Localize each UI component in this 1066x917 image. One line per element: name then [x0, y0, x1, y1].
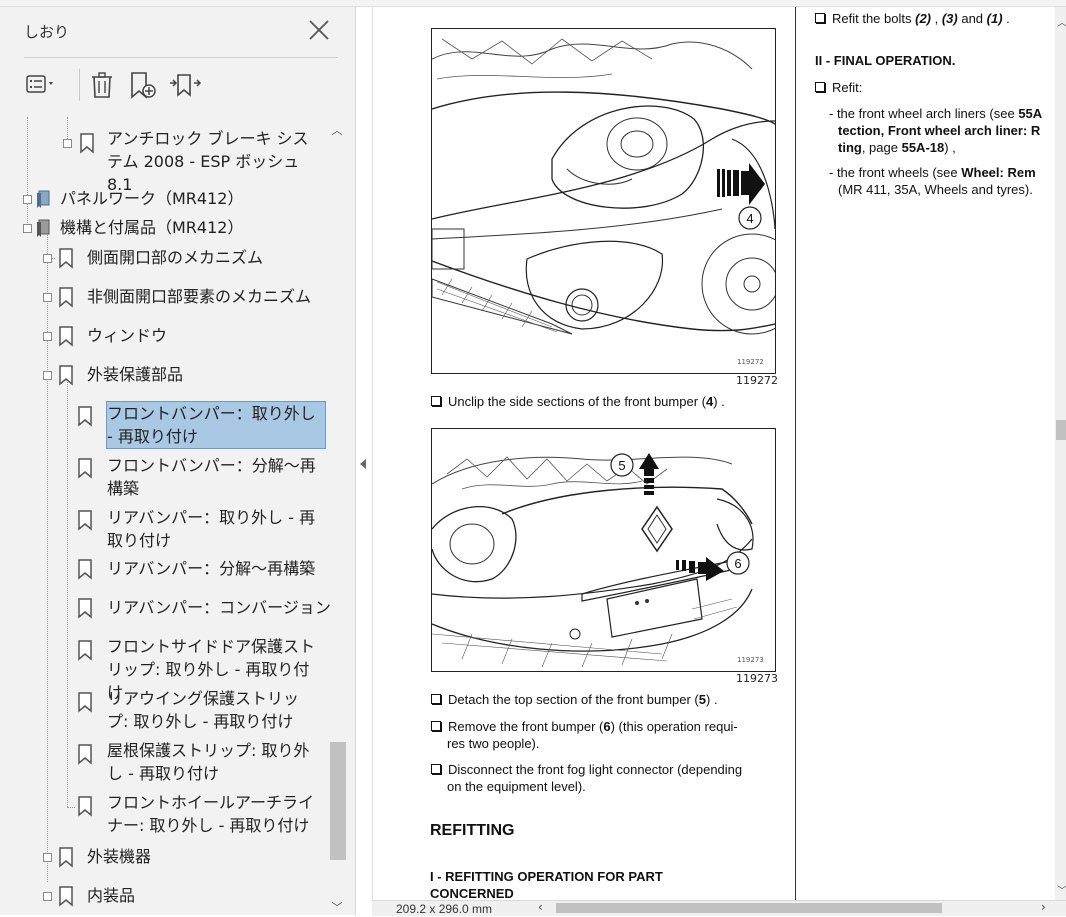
- page-bookmark-icon: [37, 190, 50, 208]
- horizontal-scrollbar-thumb[interactable]: [556, 903, 942, 913]
- bookmark-icon: [78, 559, 92, 580]
- bookmark-item[interactable]: リアウイング保護ストリップ: 取り外し - 再取り付け: [107, 687, 317, 733]
- trash-icon[interactable]: [86, 69, 120, 101]
- figure-number: 119272: [736, 374, 778, 387]
- scroll-up-arrow-icon[interactable]: ︿: [1057, 14, 1066, 29]
- close-icon[interactable]: [306, 17, 332, 43]
- bookmark-item[interactable]: 屋根保護ストリップ: 取り外し - 再取り付け: [107, 739, 317, 785]
- bookmark-item[interactable]: フロントホイールアーチライナー: 取り外し - 再取り付け: [107, 791, 317, 837]
- tree-expander[interactable]: [43, 371, 52, 380]
- tree-expander[interactable]: [43, 892, 52, 901]
- bookmark-icon: [59, 847, 73, 868]
- bookmark-icon: [78, 640, 92, 661]
- tree-expander[interactable]: [43, 254, 52, 263]
- bookmark-item[interactable]: リアバンパー：コンバージョン: [107, 596, 330, 619]
- bookmark-icon: [78, 744, 92, 765]
- bookmark-icon: [59, 287, 73, 308]
- step-disconnect-fog: Disconnect the front fog light connector…: [431, 761, 776, 795]
- step-remove-bumper: Remove the front bumper (6) (this operat…: [431, 718, 776, 752]
- bookmark-icon: [78, 598, 92, 619]
- subheading-refitting-op: I - REFITTING OPERATION FOR PART CONCERNE…: [430, 869, 663, 901]
- document-scrollbar-thumb[interactable]: [1056, 420, 1066, 440]
- scroll-left-arrow-icon[interactable]: ‹: [538, 900, 543, 914]
- heading-refitting: REFITTING: [430, 822, 515, 839]
- checkbox-bullet-icon: [431, 694, 441, 704]
- page-bookmark-icon: [37, 219, 50, 237]
- document-vertical-scrollbar[interactable]: [1055, 7, 1066, 900]
- figure-number: 119273: [736, 672, 778, 685]
- heading-final-operation: II - FINAL OPERATION.: [815, 53, 956, 68]
- scroll-down-arrow-icon[interactable]: ﹀: [1057, 882, 1066, 897]
- bumper-front-illustration: 5 6: [432, 453, 754, 668]
- bookmarks-panel: しおり アンチロック ブレーキ システム 2008 - ESP ボッシュ 8.1…: [0, 7, 356, 915]
- checkbox-bullet-icon: [815, 82, 825, 92]
- callout-label: 5: [618, 458, 625, 473]
- bookmark-item[interactable]: 側面開口部のメカニズム: [87, 246, 263, 269]
- bookmark-item[interactable]: フロントバンパー：分解～再構築: [107, 454, 322, 500]
- bookmark-item[interactable]: 非側面開口部要素のメカニズム: [87, 285, 311, 308]
- bumper-side-illustration: 4: [432, 38, 775, 335]
- sidebar-scrollbar-thumb[interactable]: [330, 742, 346, 860]
- window-top-strip: [0, 0, 1066, 7]
- bookmark-item-selected[interactable]: フロントバンパー：取り外し - 再取り付け: [106, 401, 326, 449]
- step-detach-top: Detach the top section of the front bump…: [431, 691, 776, 708]
- bookmark-icon: [59, 886, 73, 907]
- bookmark-item[interactable]: 外装保護部品: [87, 363, 183, 386]
- figure-bumper-front: 5 6 119273: [431, 428, 776, 672]
- panel-divider: [24, 57, 338, 58]
- bookmark-icon: [78, 796, 92, 817]
- refit-wheel-arch-liners: - the front wheel arch liners (see 55A t…: [829, 106, 1043, 155]
- bookmark-icon: [80, 133, 94, 154]
- step-refit: Refit:: [815, 79, 862, 96]
- bookmark-icon: [78, 510, 92, 531]
- tree-expander[interactable]: [63, 139, 72, 148]
- step-refit-bolts: Refit the bolts (2) , (3) and (1) .: [815, 10, 1010, 27]
- bookmark-item[interactable]: 内装品: [87, 884, 135, 907]
- bookmark-icon: [59, 365, 73, 386]
- bookmark-icon: [59, 326, 73, 347]
- scroll-right-arrow-icon[interactable]: ›: [1041, 900, 1046, 914]
- tree-expander[interactable]: [43, 332, 52, 341]
- step-unclip-side: Unclip the side sections of the front bu…: [431, 393, 776, 410]
- bookmark-item[interactable]: 外装機器: [87, 845, 151, 868]
- bookmark-icon: [78, 406, 92, 427]
- column-divider: [795, 7, 796, 900]
- tree-expander[interactable]: [23, 195, 32, 204]
- checkbox-bullet-icon: [431, 721, 441, 731]
- panel-title: しおり: [24, 23, 70, 41]
- bookmark-item[interactable]: ウィンドウ: [87, 324, 167, 347]
- tree-expander[interactable]: [43, 293, 52, 302]
- bookmark-icon: [59, 248, 73, 269]
- scroll-down-arrow-icon[interactable]: ﹀: [330, 899, 344, 914]
- checkbox-bullet-icon: [431, 764, 441, 774]
- checkbox-bullet-icon: [431, 396, 441, 406]
- bookmark-item[interactable]: パネルワーク（MR412）: [60, 187, 243, 210]
- figure-bumper-side: 4 119272: [431, 28, 776, 374]
- bookmark-icon: [78, 692, 92, 713]
- scroll-up-arrow-icon[interactable]: ︿: [330, 122, 344, 137]
- toolbar-divider: [79, 69, 80, 101]
- bookmark-item[interactable]: リアバンパー：取り外し - 再取り付け: [107, 506, 325, 552]
- checkbox-bullet-icon: [815, 13, 825, 23]
- figure-id-small: 119273: [737, 656, 764, 664]
- find-current-bookmark-icon[interactable]: [168, 69, 202, 101]
- page-edge: [372, 7, 373, 900]
- bookmark-item[interactable]: 機構と付属品（MR412）: [60, 216, 243, 239]
- options-menu-icon[interactable]: [24, 69, 58, 101]
- callout-label: 4: [746, 211, 753, 226]
- bookmark-item[interactable]: リアバンパー：分解～再構築: [107, 557, 315, 580]
- page-size-readout: 209.2 x 296.0 mm: [396, 902, 493, 916]
- tree-expander[interactable]: [23, 224, 32, 233]
- bookmark-icon: [78, 458, 92, 479]
- refit-front-wheels: - the front wheels (see Wheel: Rem (MR 4…: [829, 165, 1036, 197]
- collapse-panel-icon[interactable]: [356, 455, 370, 473]
- figure-id-small: 119272: [737, 358, 764, 366]
- callout-label: 6: [734, 556, 741, 571]
- new-bookmark-icon[interactable]: [126, 69, 160, 101]
- tree-expander[interactable]: [43, 853, 52, 862]
- bookmark-item[interactable]: アンチロック ブレーキ システム 2008 - ESP ボッシュ 8.1: [107, 127, 317, 196]
- bookmark-tree: アンチロック ブレーキ システム 2008 - ESP ボッシュ 8.1 パネル…: [0, 117, 330, 917]
